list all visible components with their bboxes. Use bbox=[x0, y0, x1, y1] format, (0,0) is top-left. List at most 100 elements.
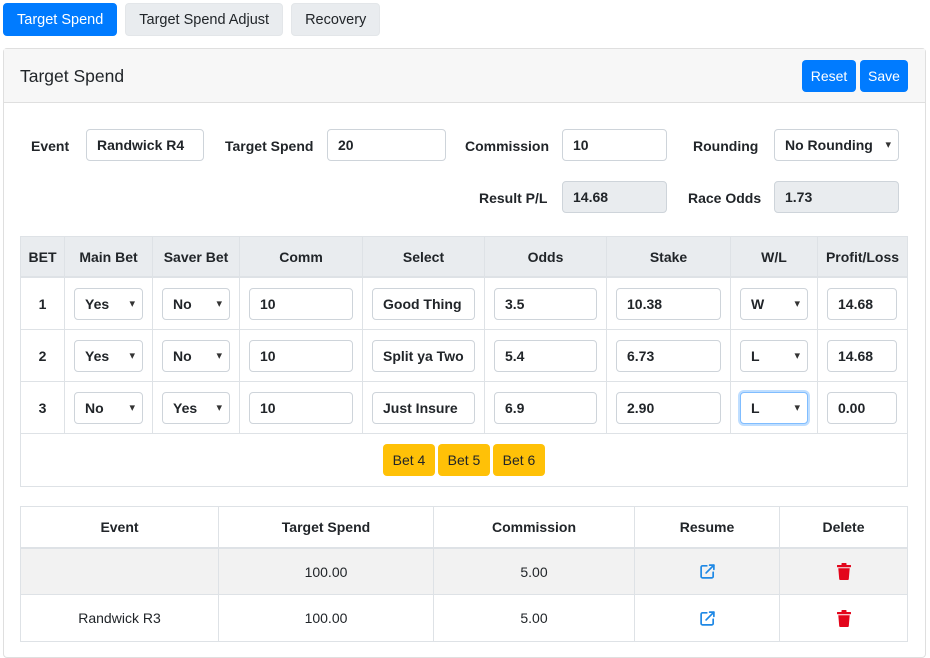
table-row: 100.00 5.00 bbox=[21, 549, 907, 595]
header-bet: BET bbox=[21, 237, 65, 276]
wl-cell: L bbox=[731, 330, 818, 381]
header-odds: Odds bbox=[485, 237, 607, 276]
saver-bet-cell: No bbox=[153, 278, 240, 329]
header-delete: Delete bbox=[822, 519, 865, 535]
tab-recovery[interactable]: Recovery bbox=[291, 3, 381, 36]
result-pl-label: Result P/L bbox=[479, 190, 548, 206]
event-input[interactable]: Randwick R4 bbox=[86, 129, 204, 161]
add-bet-buttons: Bet 4 Bet 5 Bet 6 bbox=[21, 434, 907, 486]
stake-cell: 10.38 bbox=[607, 278, 731, 329]
delete-cell bbox=[780, 549, 907, 594]
profit-loss-value[interactable]: 0.00 bbox=[827, 392, 897, 424]
bet-6-button[interactable]: Bet 6 bbox=[493, 444, 545, 476]
target-spend-label: Target Spend bbox=[225, 138, 314, 154]
header-commission: Commission bbox=[434, 507, 635, 547]
selection-input[interactable]: Good Thing bbox=[372, 288, 475, 320]
main-bet-select[interactable]: No bbox=[74, 392, 143, 424]
save-button[interactable]: Save bbox=[860, 60, 908, 92]
bet-5-button[interactable]: Bet 5 bbox=[438, 444, 490, 476]
odds-cell: 3.5 bbox=[485, 278, 607, 329]
card-title: Target Spend bbox=[20, 66, 125, 86]
delete-cell bbox=[780, 595, 907, 641]
stake-input[interactable]: 10.38 bbox=[616, 288, 721, 320]
profit-loss-cell: 0.00 bbox=[818, 382, 907, 433]
odds-input[interactable]: 6.9 bbox=[494, 392, 597, 424]
odds-cell: 6.9 bbox=[485, 382, 607, 433]
stake-cell: 2.90 bbox=[607, 382, 731, 433]
rounding-select[interactable]: No Rounding bbox=[774, 129, 899, 161]
main-bet-cell: No bbox=[65, 382, 153, 433]
bets-table: BET Main Bet Saver Bet Comm Select Odds … bbox=[20, 236, 908, 487]
wl-select[interactable]: L bbox=[740, 340, 808, 372]
comm-input[interactable]: 10 bbox=[249, 288, 353, 320]
external-link-icon[interactable] bbox=[699, 610, 716, 627]
header-comm: Comm bbox=[240, 237, 363, 276]
bet-row: 3 No Yes 10 Just Insure 6.9 2.90 L 0.00 bbox=[21, 382, 907, 434]
commission-input[interactable]: 10 bbox=[562, 129, 667, 161]
header-saver-bet: Saver Bet bbox=[153, 237, 240, 276]
target-spend-cell: 100.00 bbox=[219, 549, 434, 594]
reset-button[interactable]: Reset bbox=[802, 60, 856, 92]
saver-bet-select[interactable]: No bbox=[162, 340, 230, 372]
saver-bet-select[interactable]: No bbox=[162, 288, 230, 320]
bets-table-header: BET Main Bet Saver Bet Comm Select Odds … bbox=[21, 237, 907, 278]
wl-cell: W bbox=[731, 278, 818, 329]
stake-input[interactable]: 2.90 bbox=[616, 392, 721, 424]
main-bet-cell: Yes bbox=[65, 278, 153, 329]
resume-cell bbox=[635, 595, 780, 641]
header-target-spend: Target Spend bbox=[219, 507, 434, 547]
main-bet-select[interactable]: Yes bbox=[74, 288, 143, 320]
trash-icon[interactable] bbox=[836, 609, 851, 627]
profit-loss-value[interactable]: 14.68 bbox=[827, 288, 897, 320]
header-resume: Resume bbox=[635, 507, 780, 547]
tab-bar: Target Spend Target Spend Adjust Recover… bbox=[3, 3, 381, 36]
target-spend-card: Target Spend Reset Save Event Randwick R… bbox=[3, 48, 926, 658]
odds-input[interactable]: 3.5 bbox=[494, 288, 597, 320]
odds-input[interactable]: 5.4 bbox=[494, 340, 597, 372]
header-stake: Stake bbox=[607, 237, 731, 276]
event-cell bbox=[21, 549, 219, 594]
comm-cell: 10 bbox=[240, 382, 363, 433]
header-select: Select bbox=[363, 237, 485, 276]
profit-loss-value[interactable]: 14.68 bbox=[827, 340, 897, 372]
select-cell: Just Insure bbox=[363, 382, 485, 433]
table-row: Randwick R3 100.00 5.00 bbox=[21, 595, 907, 641]
wl-select[interactable]: L bbox=[740, 392, 808, 424]
select-cell: Good Thing bbox=[363, 278, 485, 329]
comm-cell: 10 bbox=[240, 278, 363, 329]
comm-input[interactable]: 10 bbox=[249, 340, 353, 372]
card-header: Target Spend Reset Save bbox=[4, 49, 925, 103]
header-event: Event bbox=[21, 507, 219, 547]
saver-bet-select[interactable]: Yes bbox=[162, 392, 230, 424]
comm-input[interactable]: 10 bbox=[249, 392, 353, 424]
select-cell: Split ya Two bbox=[363, 330, 485, 381]
selection-input[interactable]: Just Insure bbox=[372, 392, 475, 424]
saver-bet-cell: Yes bbox=[153, 382, 240, 433]
comm-cell: 10 bbox=[240, 330, 363, 381]
commission-label: Commission bbox=[465, 138, 550, 154]
target-spend-input[interactable]: 20 bbox=[327, 129, 446, 161]
external-link-icon[interactable] bbox=[699, 563, 716, 580]
selection-input[interactable]: Split ya Two bbox=[372, 340, 475, 372]
odds-cell: 5.4 bbox=[485, 330, 607, 381]
trash-icon[interactable] bbox=[836, 563, 851, 580]
result-pl-value: 14.68 bbox=[562, 181, 667, 213]
bet-number: 3 bbox=[21, 382, 65, 433]
bet-number: 2 bbox=[21, 330, 65, 381]
wl-cell: L bbox=[731, 382, 818, 433]
stake-cell: 6.73 bbox=[607, 330, 731, 381]
stake-input[interactable]: 6.73 bbox=[616, 340, 721, 372]
header-main-bet: Main Bet bbox=[65, 237, 153, 276]
wl-select[interactable]: W bbox=[740, 288, 808, 320]
tab-target-spend[interactable]: Target Spend bbox=[3, 3, 118, 36]
race-odds-value: 1.73 bbox=[774, 181, 899, 213]
bet-row: 1 Yes No 10 Good Thing 3.5 10.38 W 14.68 bbox=[21, 278, 907, 330]
rounding-label: Rounding bbox=[693, 138, 759, 154]
resume-cell bbox=[635, 549, 780, 594]
bet-4-button[interactable]: Bet 4 bbox=[383, 444, 435, 476]
bet-number: 1 bbox=[21, 278, 65, 329]
main-bet-cell: Yes bbox=[65, 330, 153, 381]
saver-bet-cell: No bbox=[153, 330, 240, 381]
main-bet-select[interactable]: Yes bbox=[74, 340, 143, 372]
tab-target-spend-adjust[interactable]: Target Spend Adjust bbox=[125, 3, 284, 36]
